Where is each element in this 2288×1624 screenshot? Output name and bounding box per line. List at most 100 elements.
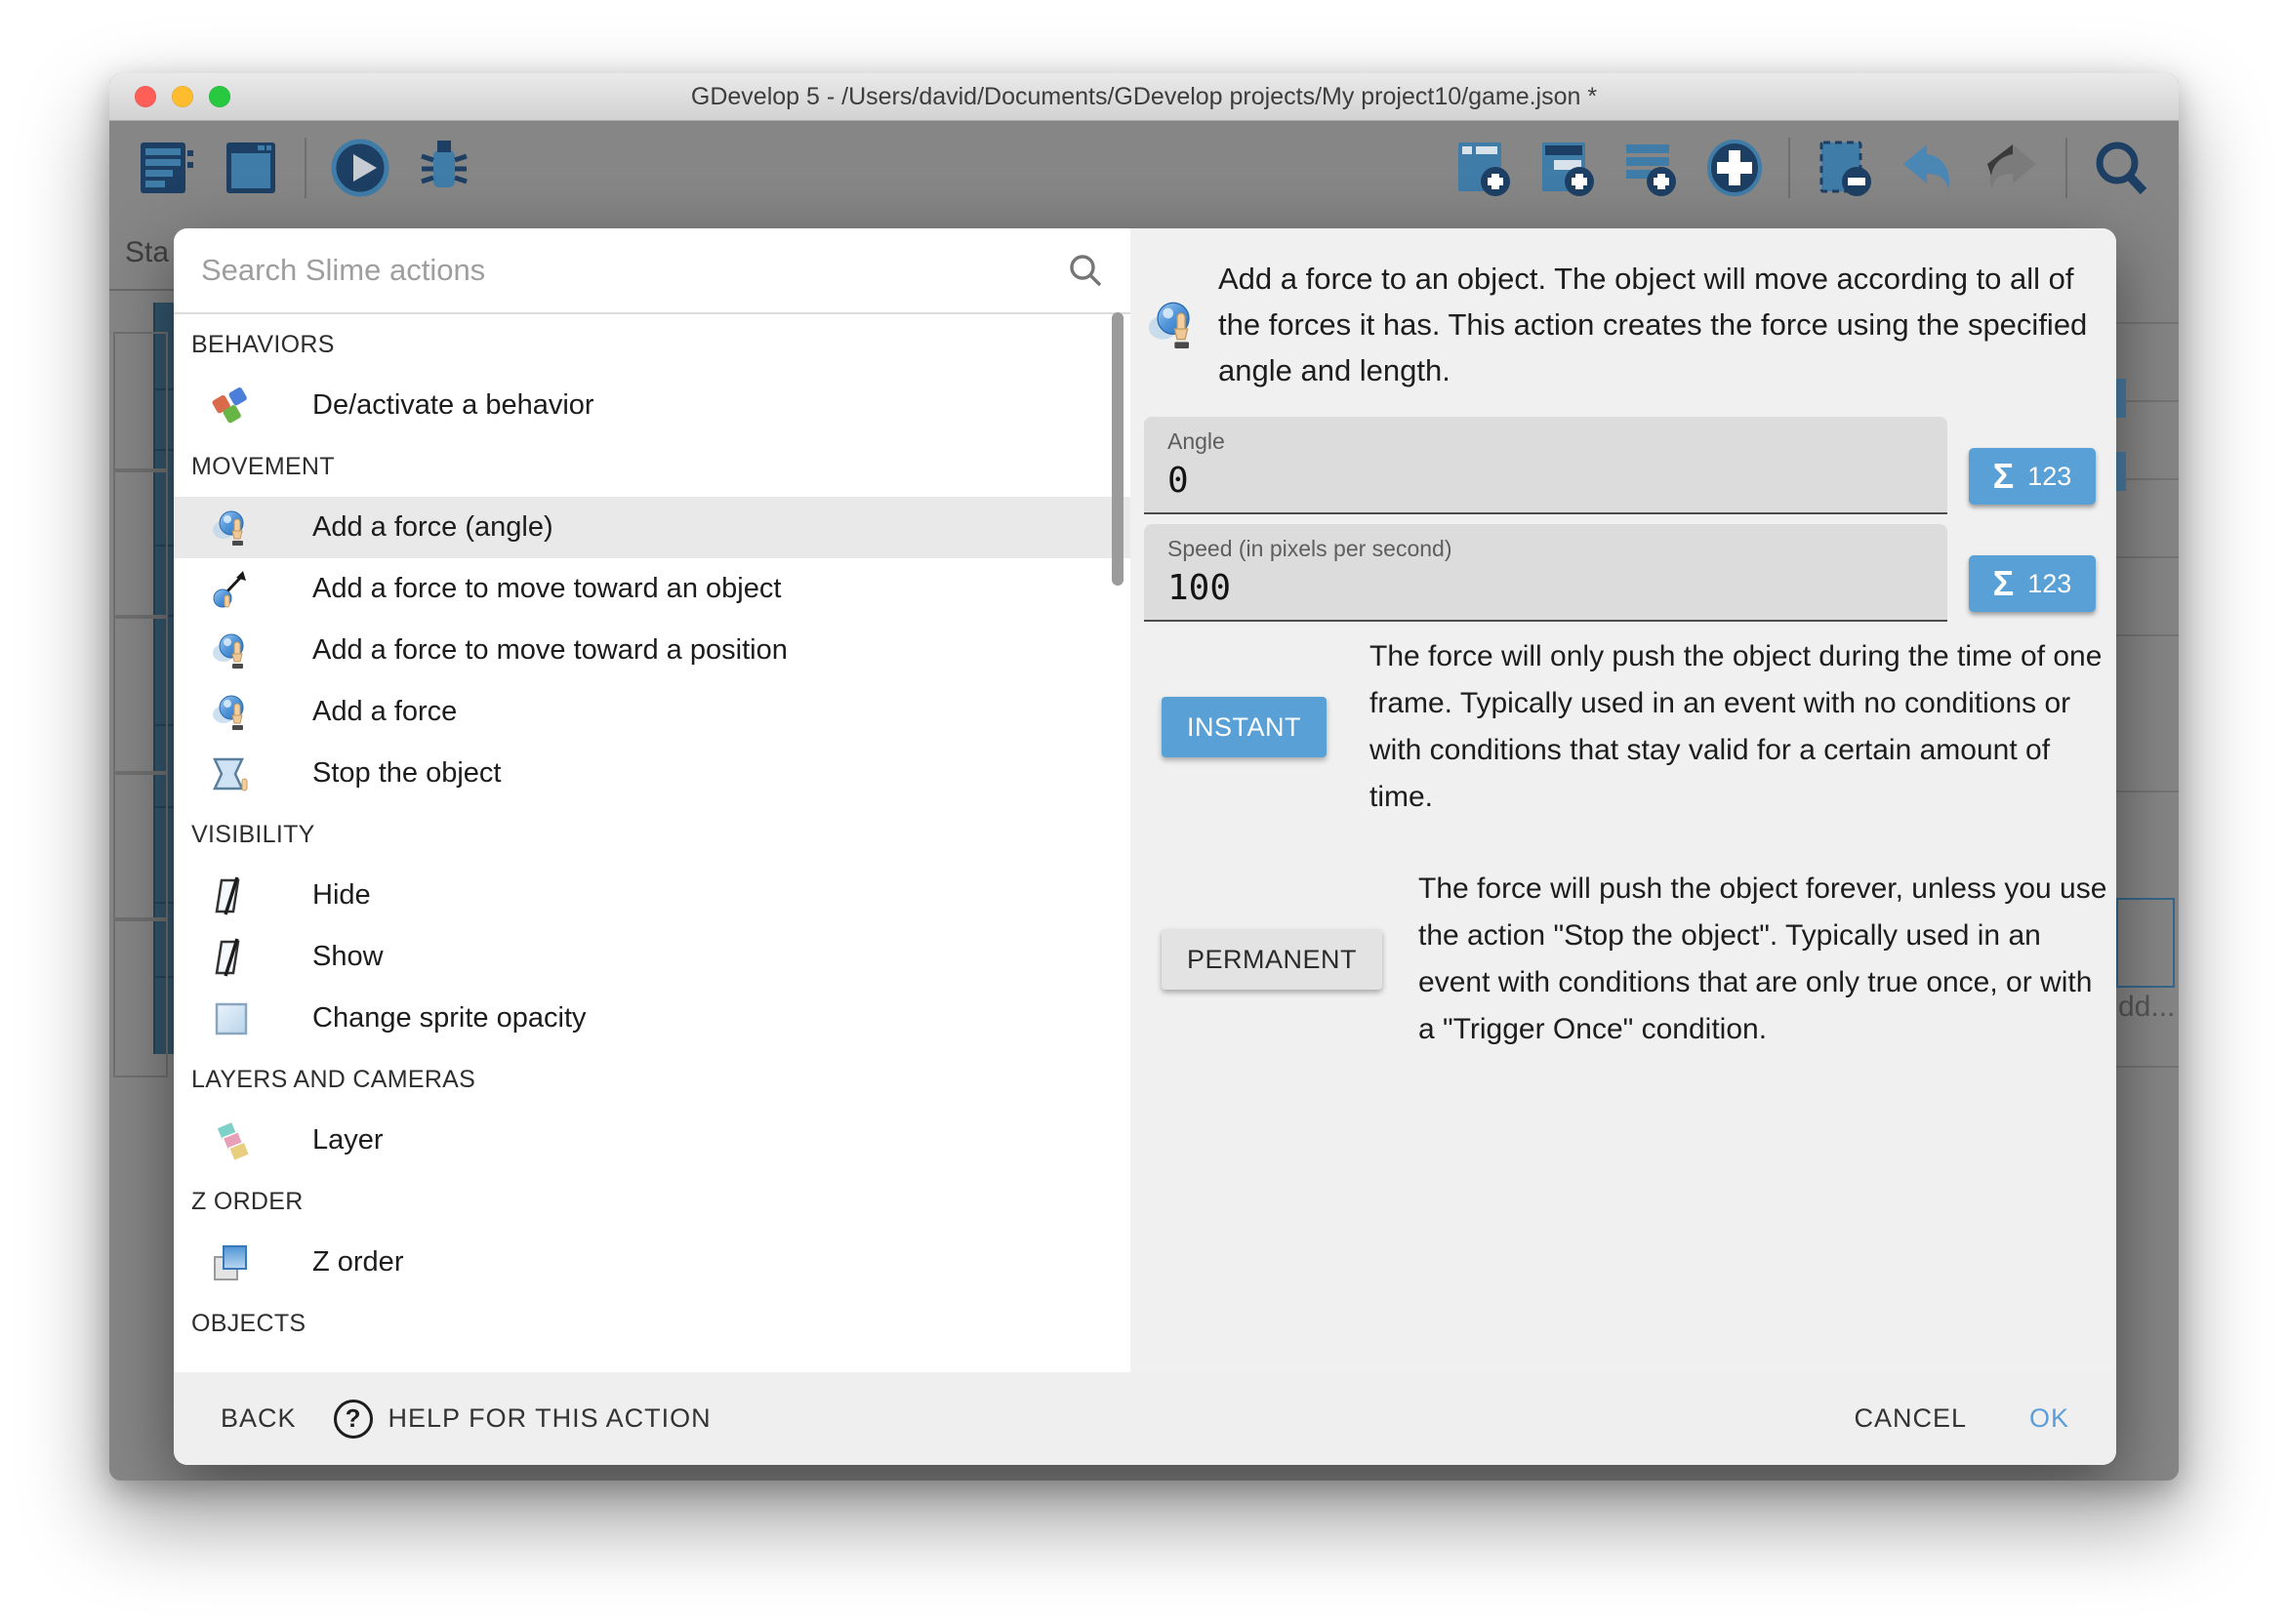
project-manager-icon[interactable]	[137, 137, 197, 199]
section-header: Z ORDER	[174, 1171, 1130, 1232]
list-item[interactable]: Z order	[174, 1232, 1130, 1293]
list-item[interactable]: Show	[174, 926, 1130, 988]
angle-input[interactable]	[1167, 461, 1924, 501]
list-item-label: Show	[312, 941, 384, 973]
force-icon	[211, 630, 252, 671]
events-sheet-right-fragment: dd...	[2116, 215, 2179, 1481]
back-button[interactable]: BACK	[221, 1403, 297, 1434]
event-highlight-fragment	[2116, 452, 2126, 491]
help-button[interactable]: ? HELP FOR THIS ACTION	[334, 1400, 712, 1439]
permanent-button[interactable]: PERMANENT	[1162, 929, 1382, 990]
search-toolbar-icon[interactable]	[2091, 137, 2151, 199]
events-sheet-left-fragment: Sta	[109, 215, 174, 1481]
list-item[interactable]: Layer	[174, 1110, 1130, 1171]
window-controls	[135, 86, 230, 107]
action-description: Add a force to an object. The object wil…	[1146, 256, 2089, 393]
event-outline	[113, 468, 168, 619]
add-circle-icon[interactable]	[1704, 137, 1765, 199]
speed-field-row: Speed (in pixels per second) Σ 123	[1144, 524, 2116, 622]
layer-icon	[211, 1120, 252, 1161]
list-item-partial[interactable]	[174, 1354, 1130, 1372]
actions-list-panel: BEHAVIORS De/activate a behavior MOVEMEN…	[174, 228, 1130, 1372]
behavior-icon	[211, 386, 252, 426]
list-item-selected[interactable]: Add a force (angle)	[174, 497, 1130, 558]
cancel-button[interactable]: CANCEL	[1854, 1403, 1967, 1434]
section-header: VISIBILITY	[174, 804, 1130, 865]
window-title: GDevelop 5 - /Users/david/Documents/GDev…	[691, 83, 1597, 111]
add-comment-icon[interactable]	[1620, 137, 1681, 199]
actions-list: BEHAVIORS De/activate a behavior MOVEMEN…	[174, 314, 1130, 1372]
angle-expression-button[interactable]: Σ 123	[1969, 448, 2096, 505]
minimize-button[interactable]	[172, 86, 193, 107]
list-item[interactable]: Stop the object	[174, 743, 1130, 804]
ok-button[interactable]: OK	[2029, 1403, 2069, 1434]
action-description-text: Add a force to an object. The object wil…	[1218, 256, 2089, 393]
angle-field[interactable]: Angle	[1144, 417, 1947, 514]
list-item-label: Z order	[312, 1246, 403, 1279]
close-button[interactable]	[135, 86, 156, 107]
sigma-icon: Σ	[1993, 563, 2015, 604]
show-icon	[211, 937, 252, 978]
speed-field-label: Speed (in pixels per second)	[1167, 536, 1924, 562]
zoom-button[interactable]	[209, 86, 230, 107]
add-subevent-icon[interactable]	[1536, 137, 1597, 199]
scene-editor-icon[interactable]	[221, 137, 281, 199]
instant-button[interactable]: INSTANT	[1162, 697, 1327, 757]
delete-event-icon[interactable]	[1814, 137, 1874, 199]
search-bar	[174, 228, 1130, 314]
force-icon	[211, 508, 252, 548]
help-button-label: HELP FOR THIS ACTION	[388, 1403, 712, 1434]
speed-field[interactable]: Speed (in pixels per second)	[1144, 524, 1947, 622]
stop-icon	[211, 753, 252, 794]
toolbar-separator	[305, 138, 306, 198]
dialog-footer: BACK ? HELP FOR THIS ACTION CANCEL OK	[174, 1372, 2116, 1465]
list-scrollbar[interactable]	[1112, 312, 1124, 586]
app-content: Sta dd...	[109, 121, 2179, 1481]
list-item-label: Hide	[312, 879, 371, 912]
object-icon	[211, 1364, 252, 1373]
permanent-mode-row: PERMANENT The force will push the object…	[1130, 866, 2116, 1053]
help-icon: ?	[334, 1400, 373, 1439]
hide-icon	[211, 875, 252, 916]
add-event-icon[interactable]	[1452, 137, 1513, 199]
scene-tab-label: Sta	[125, 236, 169, 269]
list-item-label: Add a force	[312, 696, 457, 728]
list-item[interactable]: Add a force to move toward a position	[174, 620, 1130, 681]
event-outline	[113, 332, 168, 472]
event-outline	[113, 771, 168, 921]
selected-empty-event	[2116, 898, 2175, 988]
section-header: BEHAVIORS	[174, 314, 1130, 375]
list-item[interactable]: De/activate a behavior	[174, 375, 1130, 436]
play-icon[interactable]	[330, 137, 390, 199]
app-window: GDevelop 5 - /Users/david/Documents/GDev…	[109, 73, 2179, 1481]
list-item[interactable]: Hide	[174, 865, 1130, 926]
undo-icon[interactable]	[1898, 137, 1958, 199]
redo-icon[interactable]	[1982, 137, 2042, 199]
section-header: OBJECTS	[174, 1293, 1130, 1354]
z-order-icon	[211, 1242, 252, 1283]
toolbar-separator	[2065, 138, 2067, 198]
action-chooser-dialog: BEHAVIORS De/activate a behavior MOVEMEN…	[174, 228, 2116, 1465]
force-toward-object-icon	[211, 569, 252, 610]
section-header: MOVEMENT	[174, 436, 1130, 497]
list-item-label: Add a force to move toward a position	[312, 634, 788, 667]
search-icon	[1066, 251, 1105, 290]
list-item-label: De/activate a behavior	[312, 389, 594, 422]
opacity-icon	[211, 998, 252, 1039]
list-item[interactable]: Change sprite opacity	[174, 988, 1130, 1049]
add-event-text-fragment: dd...	[2118, 991, 2175, 1024]
list-item[interactable]: Add a force to move toward an object	[174, 558, 1130, 620]
debug-icon[interactable]	[414, 137, 474, 199]
list-item[interactable]: Add a force	[174, 681, 1130, 743]
speed-expression-button[interactable]: Σ 123	[1969, 555, 2096, 612]
speed-input[interactable]	[1167, 568, 1924, 608]
list-item-label: Add a force (angle)	[312, 511, 553, 544]
title-bar: GDevelop 5 - /Users/david/Documents/GDev…	[109, 73, 2179, 121]
force-icon	[1146, 298, 1201, 352]
search-input[interactable]	[199, 252, 1066, 289]
list-item-label: Layer	[312, 1124, 384, 1157]
main-toolbar	[109, 121, 2179, 215]
event-highlight-fragment	[2116, 379, 2126, 418]
angle-field-row: Angle Σ 123	[1144, 417, 2116, 514]
action-config-panel: Add a force to an object. The object wil…	[1130, 228, 2116, 1372]
